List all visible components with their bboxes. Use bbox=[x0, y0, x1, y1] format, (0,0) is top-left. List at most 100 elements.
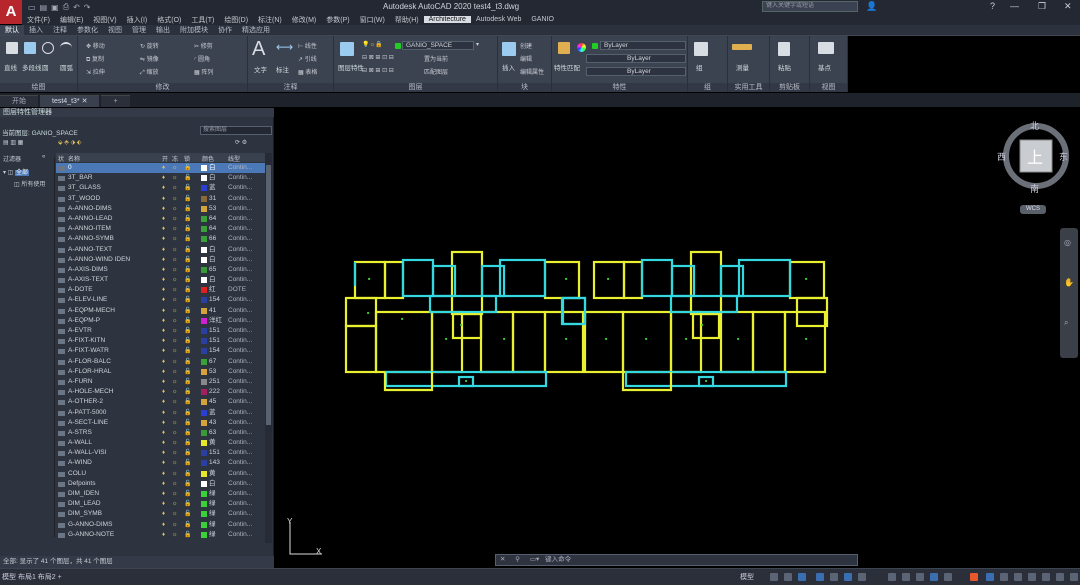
on-icon[interactable]: ♦ bbox=[162, 532, 168, 538]
layer-name[interactable]: A-EVTR bbox=[68, 326, 92, 336]
layer-linetype[interactable]: Contin... bbox=[228, 387, 252, 397]
layer-row[interactable]: A-ANNO-SYMB ♦ ☼ 🔓 66 Contin... bbox=[56, 234, 266, 244]
grid-icon[interactable] bbox=[770, 573, 778, 581]
layer-linetype[interactable]: Contin... bbox=[228, 255, 252, 265]
menu-item[interactable]: 视图(V) bbox=[88, 15, 121, 25]
layer-color-name[interactable]: 白 bbox=[209, 173, 216, 183]
freeze-icon[interactable]: ☼ bbox=[172, 430, 178, 436]
layer-linetype[interactable]: Contin... bbox=[228, 448, 252, 458]
layer-color-swatch[interactable] bbox=[201, 480, 207, 487]
freeze-icon[interactable]: ☼ bbox=[172, 206, 178, 212]
layer-color-swatch[interactable] bbox=[201, 266, 207, 273]
viewcube-north[interactable]: 北 bbox=[1030, 119, 1039, 132]
lock-icon[interactable]: 🔓 bbox=[184, 369, 191, 375]
menu-item[interactable]: Architecture bbox=[423, 16, 471, 23]
freeze-icon[interactable]: ☼ bbox=[172, 287, 178, 293]
freeze-icon[interactable]: ☼ bbox=[172, 511, 178, 517]
layer-color-swatch[interactable] bbox=[201, 287, 207, 294]
layer-color-swatch[interactable] bbox=[201, 277, 207, 284]
menu-item[interactable]: 格式(O) bbox=[152, 15, 186, 25]
lock-icon[interactable]: 🔓 bbox=[184, 318, 191, 324]
layer-row[interactable]: A-FLOR-BALC ♦ ☼ 🔓 67 Contin... bbox=[56, 357, 266, 367]
layer-color-swatch[interactable] bbox=[201, 246, 207, 253]
freeze-icon[interactable]: ☼ bbox=[172, 247, 178, 253]
freeze-icon[interactable]: ☼ bbox=[172, 297, 178, 303]
layer-row[interactable]: COLU ♦ ☼ 🔓 黄 Contin... bbox=[56, 469, 266, 479]
line-label[interactable]: 直线 bbox=[4, 62, 17, 72]
on-icon[interactable]: ♦ bbox=[162, 481, 168, 487]
layer-name[interactable]: A-ANNO-LEAD bbox=[68, 214, 112, 224]
layer-search-input[interactable]: 搜索图层 bbox=[200, 126, 272, 135]
freeze-icon[interactable]: ☼ bbox=[172, 175, 178, 181]
layer-color-name[interactable]: 67 bbox=[209, 357, 216, 367]
layer-row[interactable]: A-AXIS-TEXT ♦ ☼ 🔓 白 Contin... bbox=[56, 275, 266, 285]
lock-icon[interactable]: 🔓 bbox=[184, 297, 191, 303]
layer-color-swatch[interactable] bbox=[201, 215, 207, 222]
ime-logo-icon[interactable] bbox=[970, 573, 978, 581]
layer-row[interactable]: A-FURN ♦ ☼ 🔓 251 Contin... bbox=[56, 377, 266, 387]
layer-color-swatch[interactable] bbox=[201, 389, 207, 396]
on-icon[interactable]: ♦ bbox=[162, 297, 168, 303]
lock-icon[interactable]: 🔓 bbox=[184, 338, 191, 344]
layer-name[interactable]: A-ANNO-WIND IDEN bbox=[68, 255, 130, 265]
layer-color-swatch[interactable] bbox=[201, 317, 207, 324]
layer-color-swatch[interactable] bbox=[201, 297, 207, 304]
layer-linetype[interactable]: Contin... bbox=[228, 265, 252, 275]
layer-linetype[interactable]: Contin... bbox=[228, 163, 252, 173]
freeze-icon[interactable]: ☼ bbox=[172, 379, 178, 385]
layer-color-swatch[interactable] bbox=[201, 511, 207, 518]
layer-color-swatch[interactable] bbox=[201, 470, 207, 477]
menu-item[interactable]: 编辑(E) bbox=[55, 15, 88, 25]
ribbon-tab[interactable]: 参数化 bbox=[72, 25, 103, 35]
layer-color-name[interactable]: 64 bbox=[209, 224, 216, 234]
doc-tab-start[interactable]: 开始 bbox=[0, 95, 38, 107]
layer-row[interactable]: G-ANNO-DIMS ♦ ☼ 🔓 绿 Contin... bbox=[56, 520, 266, 530]
layer-color-swatch[interactable] bbox=[201, 256, 207, 263]
ribbon-tab[interactable]: 注释 bbox=[48, 25, 72, 35]
layer-scrollbar[interactable] bbox=[265, 153, 272, 543]
layer-name[interactable]: A-DOTE bbox=[68, 285, 93, 295]
layer-name[interactable]: 0 bbox=[68, 163, 72, 173]
ribbon-tab[interactable]: 输出 bbox=[151, 25, 175, 35]
layer-color-name[interactable]: 53 bbox=[209, 204, 216, 214]
layer-color-name[interactable]: 洋红 bbox=[209, 316, 222, 326]
layer-linetype[interactable]: Contin... bbox=[228, 377, 252, 387]
layer-color-swatch[interactable] bbox=[201, 368, 207, 375]
freeze-icon[interactable]: ☼ bbox=[172, 236, 178, 242]
doc-tab-drawing[interactable]: test4_t3* ✕ bbox=[40, 95, 100, 107]
freeze-icon[interactable]: ☼ bbox=[172, 471, 178, 477]
layer-color-name[interactable]: 66 bbox=[209, 234, 216, 244]
layer-row[interactable]: Defpoints ♦ ☼ 🔓 白 Contin... bbox=[56, 479, 266, 489]
layer-name[interactable]: A-STRS bbox=[68, 428, 92, 438]
group-label[interactable]: 组 bbox=[696, 62, 703, 72]
layer-color-swatch[interactable] bbox=[201, 399, 207, 406]
col-color[interactable]: 颜色 bbox=[202, 154, 214, 163]
freeze-icon[interactable]: ☼ bbox=[172, 522, 178, 528]
clipboard-panel-label[interactable]: 剪贴板 bbox=[770, 83, 809, 92]
layer-row[interactable]: A-WIND ♦ ☼ 🔓 143 Contin... bbox=[56, 458, 266, 468]
layer-color-swatch[interactable] bbox=[201, 491, 207, 497]
on-icon[interactable]: ♦ bbox=[162, 247, 168, 253]
linetype-dropdown[interactable]: ByLayer bbox=[586, 67, 686, 76]
menu-item[interactable]: 绘图(D) bbox=[219, 15, 253, 25]
layer-color-name[interactable]: 154 bbox=[209, 346, 220, 356]
freeze-icon[interactable]: ☼ bbox=[172, 226, 178, 232]
layer-color-swatch[interactable] bbox=[201, 378, 207, 385]
layer-row[interactable]: 3T_GLASS ♦ ☼ 🔓 蓝 Contin... bbox=[56, 183, 266, 193]
ribbon-tab[interactable]: 默认 bbox=[0, 25, 24, 35]
on-icon[interactable]: ♦ bbox=[162, 216, 168, 222]
polyline-label[interactable]: 多段线 bbox=[22, 62, 42, 72]
layer-linetype[interactable]: Contin... bbox=[228, 346, 252, 356]
match-properties-icon[interactable] bbox=[558, 42, 570, 54]
on-icon[interactable]: ♦ bbox=[162, 348, 168, 354]
layer-color-name[interactable]: 65 bbox=[209, 265, 216, 275]
layer-dropdown-arrow[interactable]: ▾ bbox=[476, 41, 479, 48]
layer-color-name[interactable]: 蓝 bbox=[209, 408, 216, 418]
layers-panel-label[interactable]: 图层 bbox=[334, 83, 497, 92]
layer-row[interactable]: A-ELEV-LINE ♦ ☼ 🔓 154 Contin... bbox=[56, 295, 266, 305]
lock-icon[interactable]: 🔓 bbox=[184, 450, 191, 456]
on-icon[interactable]: ♦ bbox=[162, 196, 168, 202]
snap-icon[interactable] bbox=[784, 573, 792, 581]
layer-linetype[interactable]: Contin... bbox=[228, 224, 252, 234]
workspace-icon[interactable] bbox=[902, 573, 910, 581]
